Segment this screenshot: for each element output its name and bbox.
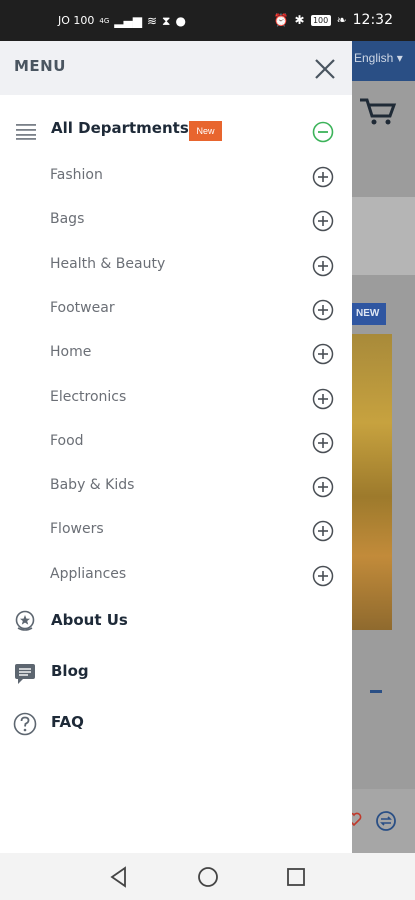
chat-icon: ● bbox=[175, 13, 186, 28]
list-icon bbox=[16, 124, 36, 140]
status-bar: JO 100 4G ▂▄▆ ≋ ⧗ ● ⏰ ✱ 100 ❧ 12:32 bbox=[0, 0, 415, 41]
question-icon bbox=[13, 712, 37, 736]
category-label: Appliances bbox=[50, 565, 127, 582]
category-item[interactable]: Footwear bbox=[0, 292, 352, 328]
category-item[interactable]: Appliances bbox=[0, 558, 352, 594]
wifi-icon: ≋ bbox=[146, 13, 158, 28]
status-right: ⏰ ✱ 100 ❧ 12:32 bbox=[274, 12, 393, 28]
category-item[interactable]: Electronics bbox=[0, 381, 352, 417]
close-icon[interactable] bbox=[312, 56, 338, 82]
drawer-header: MENU bbox=[0, 41, 352, 95]
category-label: Electronics bbox=[50, 388, 127, 405]
network-text: 4G bbox=[99, 16, 110, 25]
side-drawer: MENU All Departments New Fashion Bags Heal… bbox=[0, 41, 352, 853]
blog-icon bbox=[15, 664, 35, 684]
all-departments-label: All Departments bbox=[51, 119, 189, 137]
language-label: English bbox=[354, 51, 394, 65]
category-label: Baby & Kids bbox=[50, 477, 135, 494]
status-left: JO 100 4G ▂▄▆ ≋ ⧗ ● bbox=[58, 14, 186, 27]
clock-text: 12:32 bbox=[352, 12, 393, 28]
app-band bbox=[352, 197, 415, 275]
category-item[interactable]: Baby & Kids bbox=[0, 469, 352, 505]
link-label: About Us bbox=[51, 611, 128, 629]
badge-star-icon bbox=[15, 610, 35, 631]
alarm-icon: ⏰ bbox=[273, 13, 289, 27]
category-item[interactable]: Health & Beauty bbox=[0, 248, 352, 284]
faq-link[interactable]: FAQ bbox=[0, 703, 352, 743]
expand-plus-icon[interactable] bbox=[312, 520, 334, 542]
cart-icon[interactable] bbox=[358, 96, 398, 126]
leaf-icon: ❧ bbox=[336, 13, 347, 27]
recents-icon[interactable] bbox=[284, 865, 308, 889]
indicator-mark bbox=[370, 690, 382, 693]
hourglass-icon: ⧗ bbox=[162, 13, 171, 28]
new-badge: New bbox=[189, 121, 222, 141]
new-chip: NEW bbox=[352, 303, 386, 325]
exchange-icon[interactable] bbox=[375, 810, 397, 832]
all-departments-row[interactable]: All Departments New bbox=[0, 113, 352, 149]
category-item[interactable]: Bags bbox=[0, 203, 352, 239]
expand-plus-icon[interactable] bbox=[312, 210, 334, 232]
banner-image[interactable] bbox=[352, 334, 392, 630]
expand-plus-icon[interactable] bbox=[312, 476, 334, 498]
expand-plus-icon[interactable] bbox=[312, 255, 334, 277]
system-nav-bar bbox=[0, 853, 415, 900]
category-label: Flowers bbox=[50, 521, 104, 538]
bluetooth-icon: ✱ bbox=[294, 13, 305, 27]
category-label: Bags bbox=[50, 211, 85, 228]
expand-plus-icon[interactable] bbox=[312, 166, 334, 188]
expand-plus-icon[interactable] bbox=[312, 343, 334, 365]
category-item[interactable]: Home bbox=[0, 336, 352, 372]
category-item[interactable]: Fashion bbox=[0, 159, 352, 195]
signal-icon: ▂▄▆ bbox=[114, 13, 142, 28]
language-selector[interactable]: English ▾ bbox=[354, 51, 403, 65]
blog-link[interactable]: Blog bbox=[0, 652, 352, 692]
category-label: Home bbox=[50, 344, 92, 361]
expand-plus-icon[interactable] bbox=[312, 299, 334, 321]
category-label: Health & Beauty bbox=[50, 255, 166, 272]
home-icon[interactable] bbox=[196, 865, 220, 889]
collapse-minus-icon[interactable] bbox=[312, 121, 334, 143]
category-item[interactable]: Food bbox=[0, 425, 352, 461]
expand-plus-icon[interactable] bbox=[312, 388, 334, 410]
link-label: FAQ bbox=[51, 713, 84, 731]
battery-icon: 100 bbox=[310, 14, 331, 26]
about-us-link[interactable]: About Us bbox=[0, 601, 352, 641]
back-icon[interactable] bbox=[107, 865, 131, 889]
category-label: Food bbox=[50, 432, 84, 449]
category-label: Fashion bbox=[50, 167, 103, 183]
expand-plus-icon[interactable] bbox=[312, 432, 334, 454]
link-label: Blog bbox=[51, 662, 89, 680]
category-label: Footwear bbox=[50, 299, 115, 316]
expand-plus-icon[interactable] bbox=[312, 565, 334, 587]
category-item[interactable]: Flowers bbox=[0, 513, 352, 549]
menu-title: MENU bbox=[14, 57, 66, 75]
carrier-text: JO 100 bbox=[58, 14, 95, 27]
